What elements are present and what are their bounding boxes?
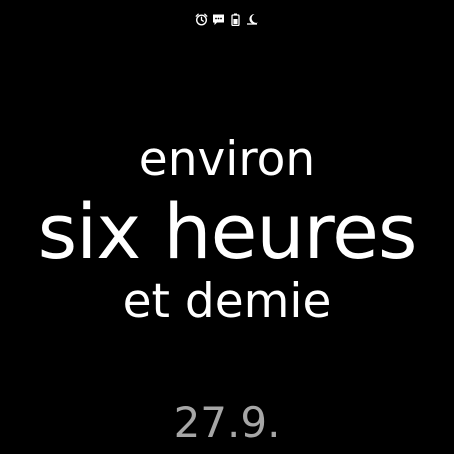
alarm-icon bbox=[195, 12, 209, 26]
status-bar bbox=[0, 9, 454, 29]
approx-time-hour: six heures bbox=[37, 187, 418, 276]
date-label: 27.9. bbox=[173, 398, 281, 447]
approx-time-minutes: et demie bbox=[122, 274, 332, 329]
battery-icon bbox=[229, 12, 243, 26]
sleep-icon bbox=[246, 12, 260, 26]
approx-time-prefix: environ bbox=[138, 132, 316, 187]
message-icon bbox=[212, 12, 226, 26]
